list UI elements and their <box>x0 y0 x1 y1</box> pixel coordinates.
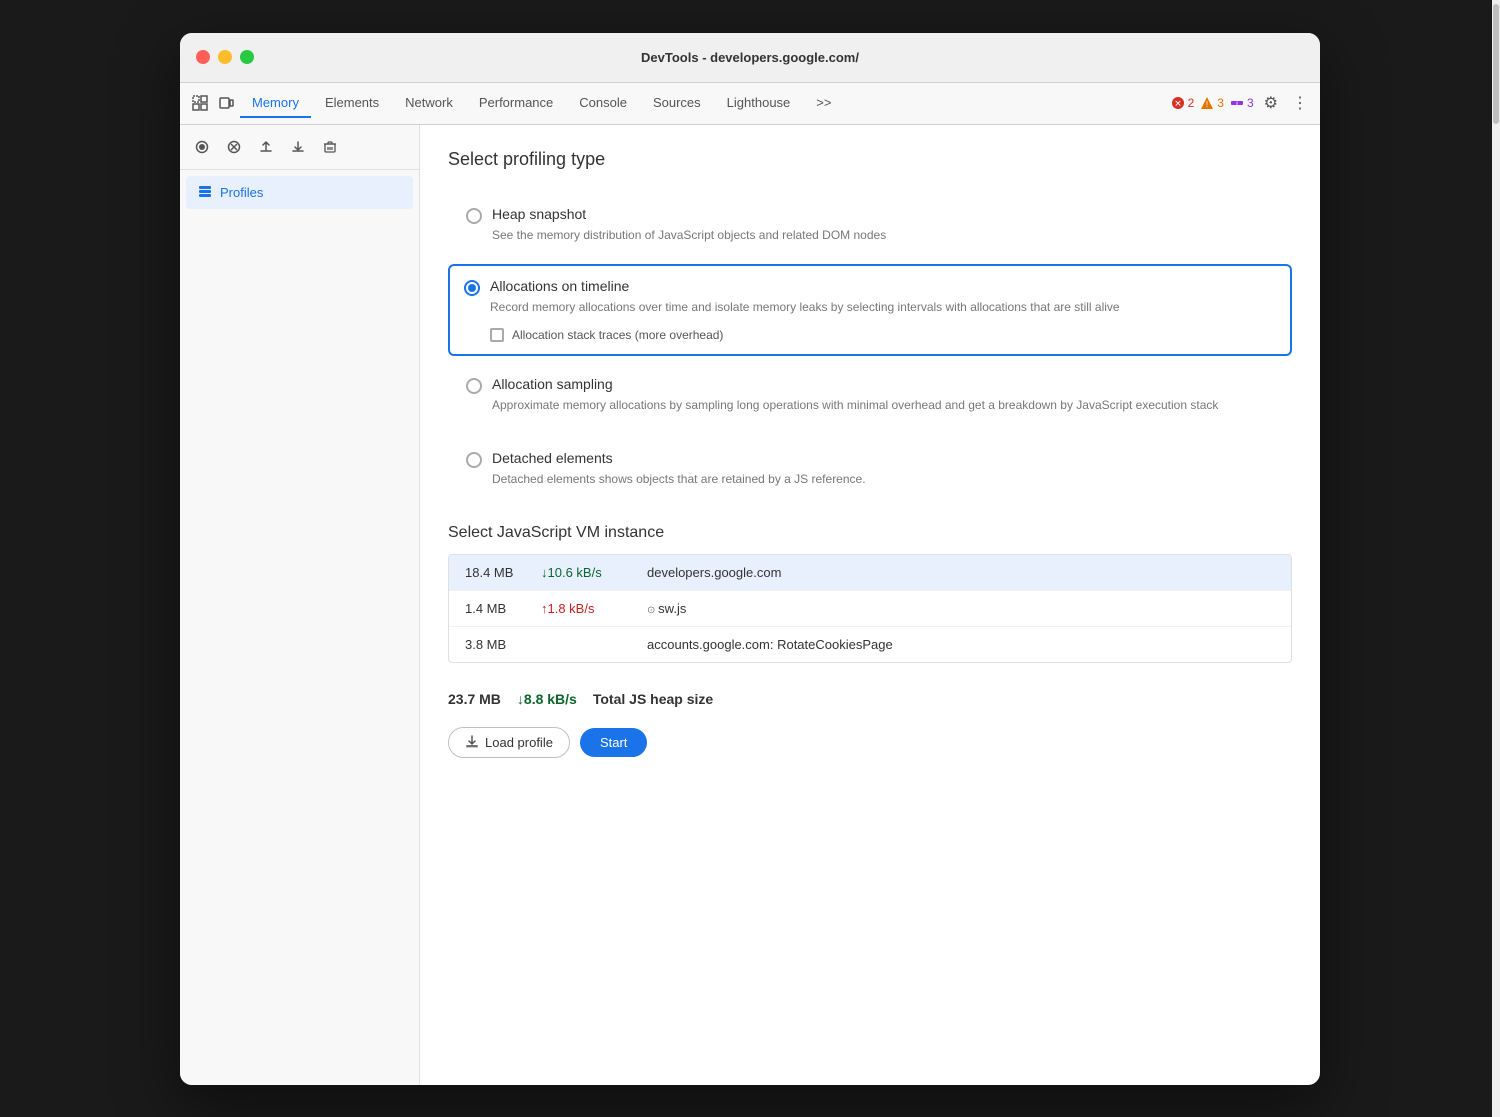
garbage-collect-button[interactable] <box>316 133 344 161</box>
sidebar-nav: Profiles <box>180 170 419 215</box>
clear-profiles-button[interactable] <box>220 133 248 161</box>
vm-size-0: 18.4 MB <box>465 565 525 580</box>
radio-heap-snapshot[interactable] <box>466 208 482 224</box>
option-title-heap: Heap snapshot <box>492 206 1274 222</box>
svg-text:✕: ✕ <box>1174 99 1182 109</box>
total-label: Total JS heap size <box>593 691 713 707</box>
tab-elements[interactable]: Elements <box>313 89 391 118</box>
sidebar: Profiles <box>180 125 420 1085</box>
inspect-element-icon[interactable] <box>188 91 212 115</box>
option-allocation-sampling[interactable]: Allocation sampling Approximate memory a… <box>448 360 1292 430</box>
traffic-lights <box>196 50 254 64</box>
download-profile-button[interactable] <box>284 133 312 161</box>
toolbar-right: ✕ 2 ! 3 i 3 ⚙ ⋮ <box>1171 89 1312 117</box>
warning-badge[interactable]: ! 3 <box>1200 96 1224 110</box>
load-profile-icon <box>465 735 479 749</box>
titlebar: DevTools - developers.google.com/ <box>180 33 1320 83</box>
option-content-heap: Heap snapshot See the memory distributio… <box>492 206 1274 244</box>
maximize-button[interactable] <box>240 50 254 64</box>
more-options-icon[interactable]: ⋮ <box>1288 89 1312 117</box>
vm-row-2[interactable]: 3.8 MB accounts.google.com: RotateCookie… <box>449 627 1291 662</box>
vm-name-2: accounts.google.com: RotateCookiesPage <box>647 637 1275 652</box>
upload-profile-button[interactable] <box>252 133 280 161</box>
option-title-timeline: Allocations on timeline <box>490 278 1276 294</box>
option-title-sampling: Allocation sampling <box>492 376 1274 392</box>
checkbox-row-stack-traces: Allocation stack traces (more overhead) <box>490 328 1276 342</box>
tab-network[interactable]: Network <box>393 89 465 118</box>
main-content: Select profiling type Heap snapshot See … <box>420 125 1320 1085</box>
info-badge[interactable]: i 3 <box>1230 96 1254 110</box>
error-badge[interactable]: ✕ 2 <box>1171 96 1195 110</box>
option-desc-timeline: Record memory allocations over time and … <box>490 298 1276 316</box>
vm-name-0: developers.google.com <box>647 565 1275 580</box>
sidebar-toolbar <box>180 125 419 170</box>
radio-allocations-timeline[interactable] <box>464 280 480 296</box>
checkbox-stack-traces[interactable] <box>490 328 504 342</box>
close-button[interactable] <box>196 50 210 64</box>
checkbox-stack-traces-label: Allocation stack traces (more overhead) <box>512 328 723 342</box>
tab-sources[interactable]: Sources <box>641 89 713 118</box>
vm-section-title: Select JavaScript VM instance <box>448 524 1292 542</box>
devtools-body: Profiles Select profiling type Heap snap… <box>180 125 1320 1085</box>
vm-table: 18.4 MB ↓10.6 kB/s developers.google.com… <box>448 554 1292 663</box>
settings-icon[interactable]: ⚙ <box>1260 89 1282 117</box>
sidebar-item-profiles-label: Profiles <box>220 185 263 200</box>
load-profile-label: Load profile <box>485 735 553 750</box>
option-content-detached: Detached elements Detached elements show… <box>492 450 1274 488</box>
record-button[interactable] <box>188 133 216 161</box>
tab-more[interactable]: >> <box>804 89 843 118</box>
option-content-sampling: Allocation sampling Approximate memory a… <box>492 376 1274 414</box>
tab-memory[interactable]: Memory <box>240 89 311 118</box>
total-size: 23.7 MB <box>448 691 501 707</box>
svg-text:!: ! <box>1206 100 1208 109</box>
vm-size-1: 1.4 MB <box>465 601 525 616</box>
start-button[interactable]: Start <box>580 728 647 757</box>
device-toolbar-icon[interactable] <box>214 91 238 115</box>
option-allocations-timeline[interactable]: Allocations on timeline Record memory al… <box>448 264 1292 356</box>
btn-row: Load profile Start <box>448 727 1292 758</box>
sidebar-item-profiles[interactable]: Profiles <box>186 176 413 209</box>
devtools-window: DevTools - developers.google.com/ Memory… <box>180 33 1320 1085</box>
vm-rate-1: ↑1.8 kB/s <box>541 601 631 616</box>
window-title: DevTools - developers.google.com/ <box>641 50 859 65</box>
tab-performance[interactable]: Performance <box>467 89 565 118</box>
footer-totals: 23.7 MB ↓8.8 kB/s Total JS heap size <box>448 679 1292 719</box>
tab-lighthouse[interactable]: Lighthouse <box>715 89 803 118</box>
option-heap-snapshot[interactable]: Heap snapshot See the memory distributio… <box>448 190 1292 260</box>
vm-rate-0: ↓10.6 kB/s <box>541 565 631 580</box>
option-desc-sampling: Approximate memory allocations by sampli… <box>492 396 1274 414</box>
option-title-detached: Detached elements <box>492 450 1274 466</box>
minimize-button[interactable] <box>218 50 232 64</box>
radio-detached-elements[interactable] <box>466 452 482 468</box>
load-profile-button[interactable]: Load profile <box>448 727 570 758</box>
option-content-timeline: Allocations on timeline Record memory al… <box>490 278 1276 342</box>
vm-dot-icon: ⊙ <box>647 605 658 616</box>
vm-row-1[interactable]: 1.4 MB ↑1.8 kB/s ⊙ sw.js <box>449 591 1291 627</box>
tab-console[interactable]: Console <box>567 89 639 118</box>
radio-allocation-sampling[interactable] <box>466 378 482 394</box>
vm-name-1: ⊙ sw.js <box>647 601 1275 616</box>
svg-text:i: i <box>1236 99 1238 108</box>
vm-row-0[interactable]: 18.4 MB ↓10.6 kB/s developers.google.com <box>449 555 1291 591</box>
vm-size-2: 3.8 MB <box>465 637 525 652</box>
option-detached-elements[interactable]: Detached elements Detached elements show… <box>448 434 1292 504</box>
section-title: Select profiling type <box>448 149 1292 170</box>
total-rate: ↓8.8 kB/s <box>517 691 577 707</box>
profiles-icon <box>198 184 212 201</box>
option-desc-detached: Detached elements shows objects that are… <box>492 470 1274 488</box>
option-desc-heap: See the memory distribution of JavaScrip… <box>492 226 1274 244</box>
tab-bar: Memory Elements Network Performance Cons… <box>180 83 1320 125</box>
